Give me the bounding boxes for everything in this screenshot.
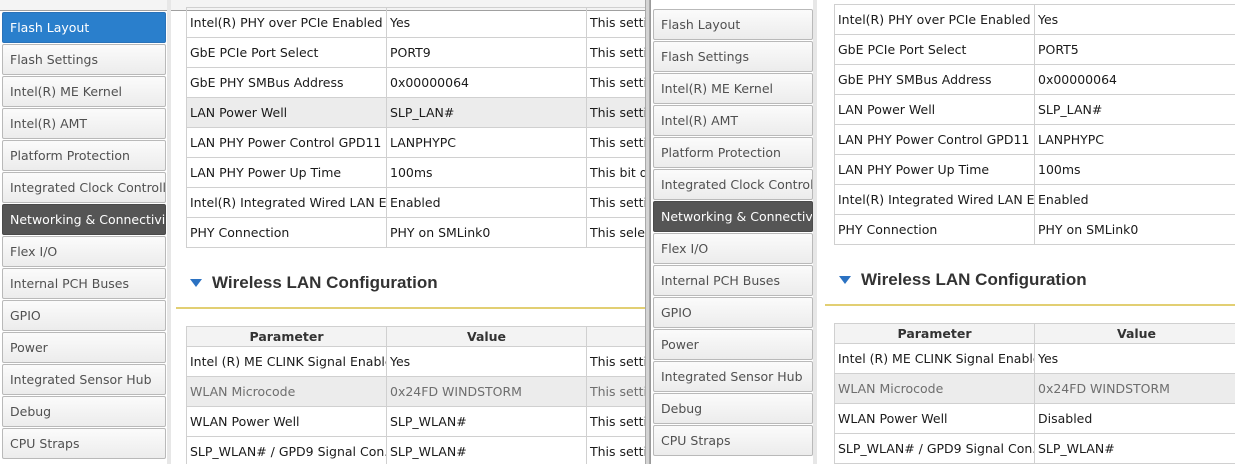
table-row[interactable]: GbE PCIe Port Select PORT9 This setti <box>186 37 645 68</box>
table-row[interactable]: WLAN Microcode 0x24FD WINDSTORM This setti <box>186 376 645 407</box>
table-row[interactable]: WLAN Microcode 0x24FD WINDSTORM <box>834 373 1235 404</box>
section-divider <box>825 304 1235 306</box>
nav-gpio[interactable]: GPIO <box>2 300 166 331</box>
right-config-pane: Flash Layout Flash Settings Intel(R) ME … <box>650 0 1235 464</box>
nav-integrated-clock-controller[interactable]: Integrated Clock Controller <box>653 169 813 200</box>
table-row[interactable]: LAN PHY Power Up Time 100ms <box>834 154 1235 185</box>
table-row[interactable]: SLP_WLAN# / GPD9 Signal Con... SLP_WLAN# <box>834 433 1235 464</box>
table-row[interactable]: LAN PHY Power Up Time 100ms This bit d <box>186 157 645 188</box>
table-row[interactable]: GbE PHY SMBus Address 0x00000064 This sett… <box>186 67 645 98</box>
nav-flash-settings[interactable]: Flash Settings <box>653 41 813 72</box>
nav-flash-layout[interactable]: Flash Layout <box>2 12 166 43</box>
wlan-config-table: Parameter Value Intel (R) ME CLINK Signal… <box>834 323 1235 464</box>
table-row[interactable]: GbE PHY SMBus Address 0x00000064 <box>834 64 1235 95</box>
table-row[interactable]: Intel(R) Integrated Wired LAN E... Enable… <box>186 187 645 218</box>
nav-amt[interactable]: Intel(R) AMT <box>653 105 813 136</box>
nav-internal-pch-buses[interactable]: Internal PCH Buses <box>653 265 813 296</box>
nav-integrated-clock-controller[interactable]: Integrated Clock Controller <box>2 172 166 203</box>
nav-networking-connectivity[interactable]: Networking & Connectivity <box>2 204 166 235</box>
column-header-parameter[interactable]: Parameter <box>834 323 1035 344</box>
wlan-config-table: Parameter Value Intel (R) ME CLINK Signal… <box>186 326 645 464</box>
nav-power[interactable]: Power <box>653 329 813 360</box>
nav-power[interactable]: Power <box>2 332 166 363</box>
table-row[interactable]: Intel (R) ME CLINK Signal Enabled Yes <box>834 343 1235 374</box>
nav-cpu-straps[interactable]: CPU Straps <box>653 425 813 456</box>
table-row[interactable]: SLP_WLAN# / GPD9 Signal Con... SLP_WLAN# T… <box>186 436 645 464</box>
table-row[interactable]: LAN PHY Power Control GPD11 ... LANPHYPC T… <box>186 127 645 158</box>
table-row[interactable]: LAN PHY Power Control GPD11 ... LANPHYPC <box>834 124 1235 155</box>
wlan-section-header[interactable]: Wireless LAN Configuration <box>839 270 1087 290</box>
nav-gpio[interactable]: GPIO <box>653 297 813 328</box>
nav-integrated-sensor-hub[interactable]: Integrated Sensor Hub <box>2 364 166 395</box>
nav-amt[interactable]: Intel(R) AMT <box>2 108 166 139</box>
column-header-value[interactable]: Value <box>386 326 587 347</box>
table-row[interactable]: LAN Power Well SLP_LAN# <box>834 94 1235 125</box>
wlan-section-title: Wireless LAN Configuration <box>861 270 1087 289</box>
column-header-help[interactable] <box>586 326 645 347</box>
nav-platform-protection[interactable]: Platform Protection <box>653 137 813 168</box>
collapse-triangle-icon[interactable] <box>190 278 202 287</box>
nav-debug[interactable]: Debug <box>2 396 166 427</box>
left-config-pane: Flash Layout Flash Settings Intel(R) ME … <box>0 0 645 464</box>
wlan-section-title: Wireless LAN Configuration <box>212 273 438 292</box>
nav-internal-pch-buses[interactable]: Internal PCH Buses <box>2 268 166 299</box>
column-header-value[interactable]: Value <box>1034 323 1235 344</box>
sidebar-scrollbar[interactable] <box>167 0 171 464</box>
table-row[interactable]: PHY ConnectionPHY on SMLink0This selec <box>186 217 645 248</box>
table-row[interactable]: PHY Connection PHY on SMLink0 <box>834 214 1235 245</box>
nav-me-kernel[interactable]: Intel(R) ME Kernel <box>653 73 813 104</box>
nav-networking-connectivity[interactable]: Networking & Connectivity <box>653 201 813 232</box>
table-row[interactable]: LAN Power Well SLP_LAN# This setti <box>186 97 645 128</box>
table-row[interactable]: WLAN Power Well Disabled <box>834 403 1235 434</box>
table-row[interactable]: GbE PCIe Port Select PORT5 <box>834 34 1235 65</box>
nav-flex-io[interactable]: Flex I/O <box>2 236 166 267</box>
table-row[interactable]: Intel(R) Integrated Wired LAN E... Enable… <box>834 184 1235 215</box>
section-divider <box>176 307 645 309</box>
nav-flex-io[interactable]: Flex I/O <box>653 233 813 264</box>
nav-cpu-straps[interactable]: CPU Straps <box>2 428 166 459</box>
nav-flash-settings[interactable]: Flash Settings <box>2 44 166 75</box>
lan-config-table: Intel(R) PHY over PCIe Enabled Yes This se… <box>186 7 645 248</box>
collapse-triangle-icon[interactable] <box>839 275 851 284</box>
nav-platform-protection[interactable]: Platform Protection <box>2 140 166 171</box>
lan-config-table: Intel(R) PHY over PCIe Enabled Yes GbE PC… <box>834 4 1235 245</box>
table-row[interactable]: WLAN Power Well SLP_WLAN# This setti <box>186 406 645 437</box>
nav-flash-layout[interactable]: Flash Layout <box>653 9 813 40</box>
table-row[interactable]: Intel (R) ME CLINK Signal Enabled Yes This… <box>186 346 645 377</box>
wlan-section-header[interactable]: Wireless LAN Configuration <box>190 273 438 293</box>
table-row[interactable]: Intel(R) PHY over PCIe Enabled Yes <box>834 4 1235 35</box>
nav-integrated-sensor-hub[interactable]: Integrated Sensor Hub <box>653 361 813 392</box>
nav-debug[interactable]: Debug <box>653 393 813 424</box>
column-header-parameter[interactable]: Parameter <box>186 326 387 347</box>
nav-me-kernel[interactable]: Intel(R) ME Kernel <box>2 76 166 107</box>
table-row[interactable]: Intel(R) PHY over PCIe Enabled Yes This se… <box>186 7 645 38</box>
sidebar-scrollbar[interactable] <box>813 0 817 464</box>
